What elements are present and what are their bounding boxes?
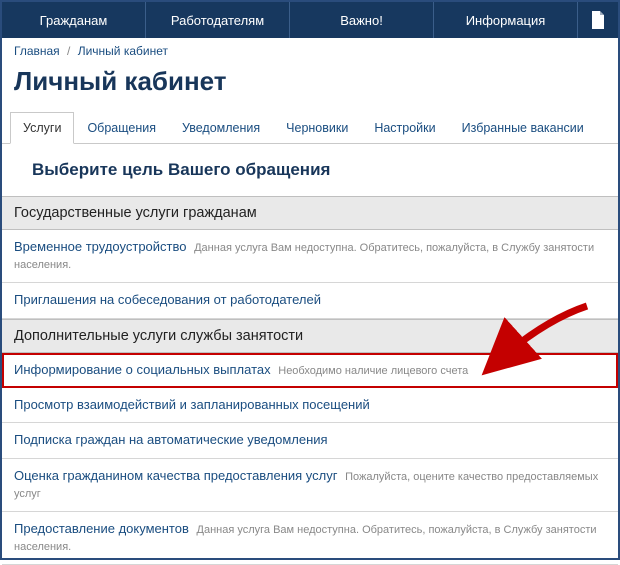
tabs: Услуги Обращения Уведомления Черновики Н… bbox=[2, 111, 618, 144]
nav-info[interactable]: Информация bbox=[434, 2, 578, 38]
row-temp-employment[interactable]: Временное трудоустройство Данная услуга … bbox=[2, 230, 618, 283]
nav-citizens[interactable]: Гражданам bbox=[2, 2, 146, 38]
row-social-payments[interactable]: Информирование о социальных выплатах Нео… bbox=[2, 353, 618, 388]
tab-requests[interactable]: Обращения bbox=[74, 112, 169, 144]
nav-employers[interactable]: Работодателям bbox=[146, 2, 290, 38]
link-quality[interactable]: Оценка гражданином качества предоставлен… bbox=[14, 468, 338, 483]
note-account-required: Необходимо наличие лицевого счета bbox=[278, 365, 468, 377]
row-documents[interactable]: Предоставление документов Данная услуга … bbox=[2, 512, 618, 565]
section-gov-services: Государственные услуги гражданам bbox=[2, 196, 618, 230]
link-temp-employment[interactable]: Временное трудоустройство bbox=[14, 239, 186, 254]
link-invitations[interactable]: Приглашения на собеседования от работода… bbox=[14, 292, 321, 307]
row-quality[interactable]: Оценка гражданином качества предоставлен… bbox=[2, 459, 618, 512]
nav-important[interactable]: Важно! bbox=[290, 2, 434, 38]
link-subscription[interactable]: Подписка граждан на автоматические уведо… bbox=[14, 432, 328, 447]
breadcrumb-sep: / bbox=[67, 44, 70, 58]
nav-doc-button[interactable] bbox=[578, 2, 618, 38]
tab-notifications[interactable]: Уведомления bbox=[169, 112, 273, 144]
tab-favorites[interactable]: Избранные вакансии bbox=[449, 112, 597, 144]
section-additional-services: Дополнительные услуги службы занятости bbox=[2, 319, 618, 353]
link-interactions[interactable]: Просмотр взаимодействий и запланированны… bbox=[14, 397, 370, 412]
tab-settings[interactable]: Настройки bbox=[361, 112, 448, 144]
breadcrumb-current[interactable]: Личный кабинет bbox=[78, 44, 168, 58]
link-social-payments[interactable]: Информирование о социальных выплатах bbox=[14, 362, 271, 377]
breadcrumb-home[interactable]: Главная bbox=[14, 44, 60, 58]
page-title: Личный кабинет bbox=[2, 64, 618, 111]
tab-services[interactable]: Услуги bbox=[10, 112, 74, 144]
row-invitations[interactable]: Приглашения на собеседования от работода… bbox=[2, 283, 618, 319]
row-subscription[interactable]: Подписка граждан на автоматические уведо… bbox=[2, 423, 618, 459]
breadcrumb: Главная / Личный кабинет bbox=[2, 38, 618, 64]
tab-drafts[interactable]: Черновики bbox=[273, 112, 361, 144]
top-nav: Гражданам Работодателям Важно! Информаци… bbox=[2, 2, 618, 38]
prompt-heading: Выберите цель Вашего обращения bbox=[2, 144, 618, 196]
document-icon bbox=[591, 11, 605, 29]
row-interactions[interactable]: Просмотр взаимодействий и запланированны… bbox=[2, 388, 618, 424]
link-documents[interactable]: Предоставление документов bbox=[14, 521, 189, 536]
